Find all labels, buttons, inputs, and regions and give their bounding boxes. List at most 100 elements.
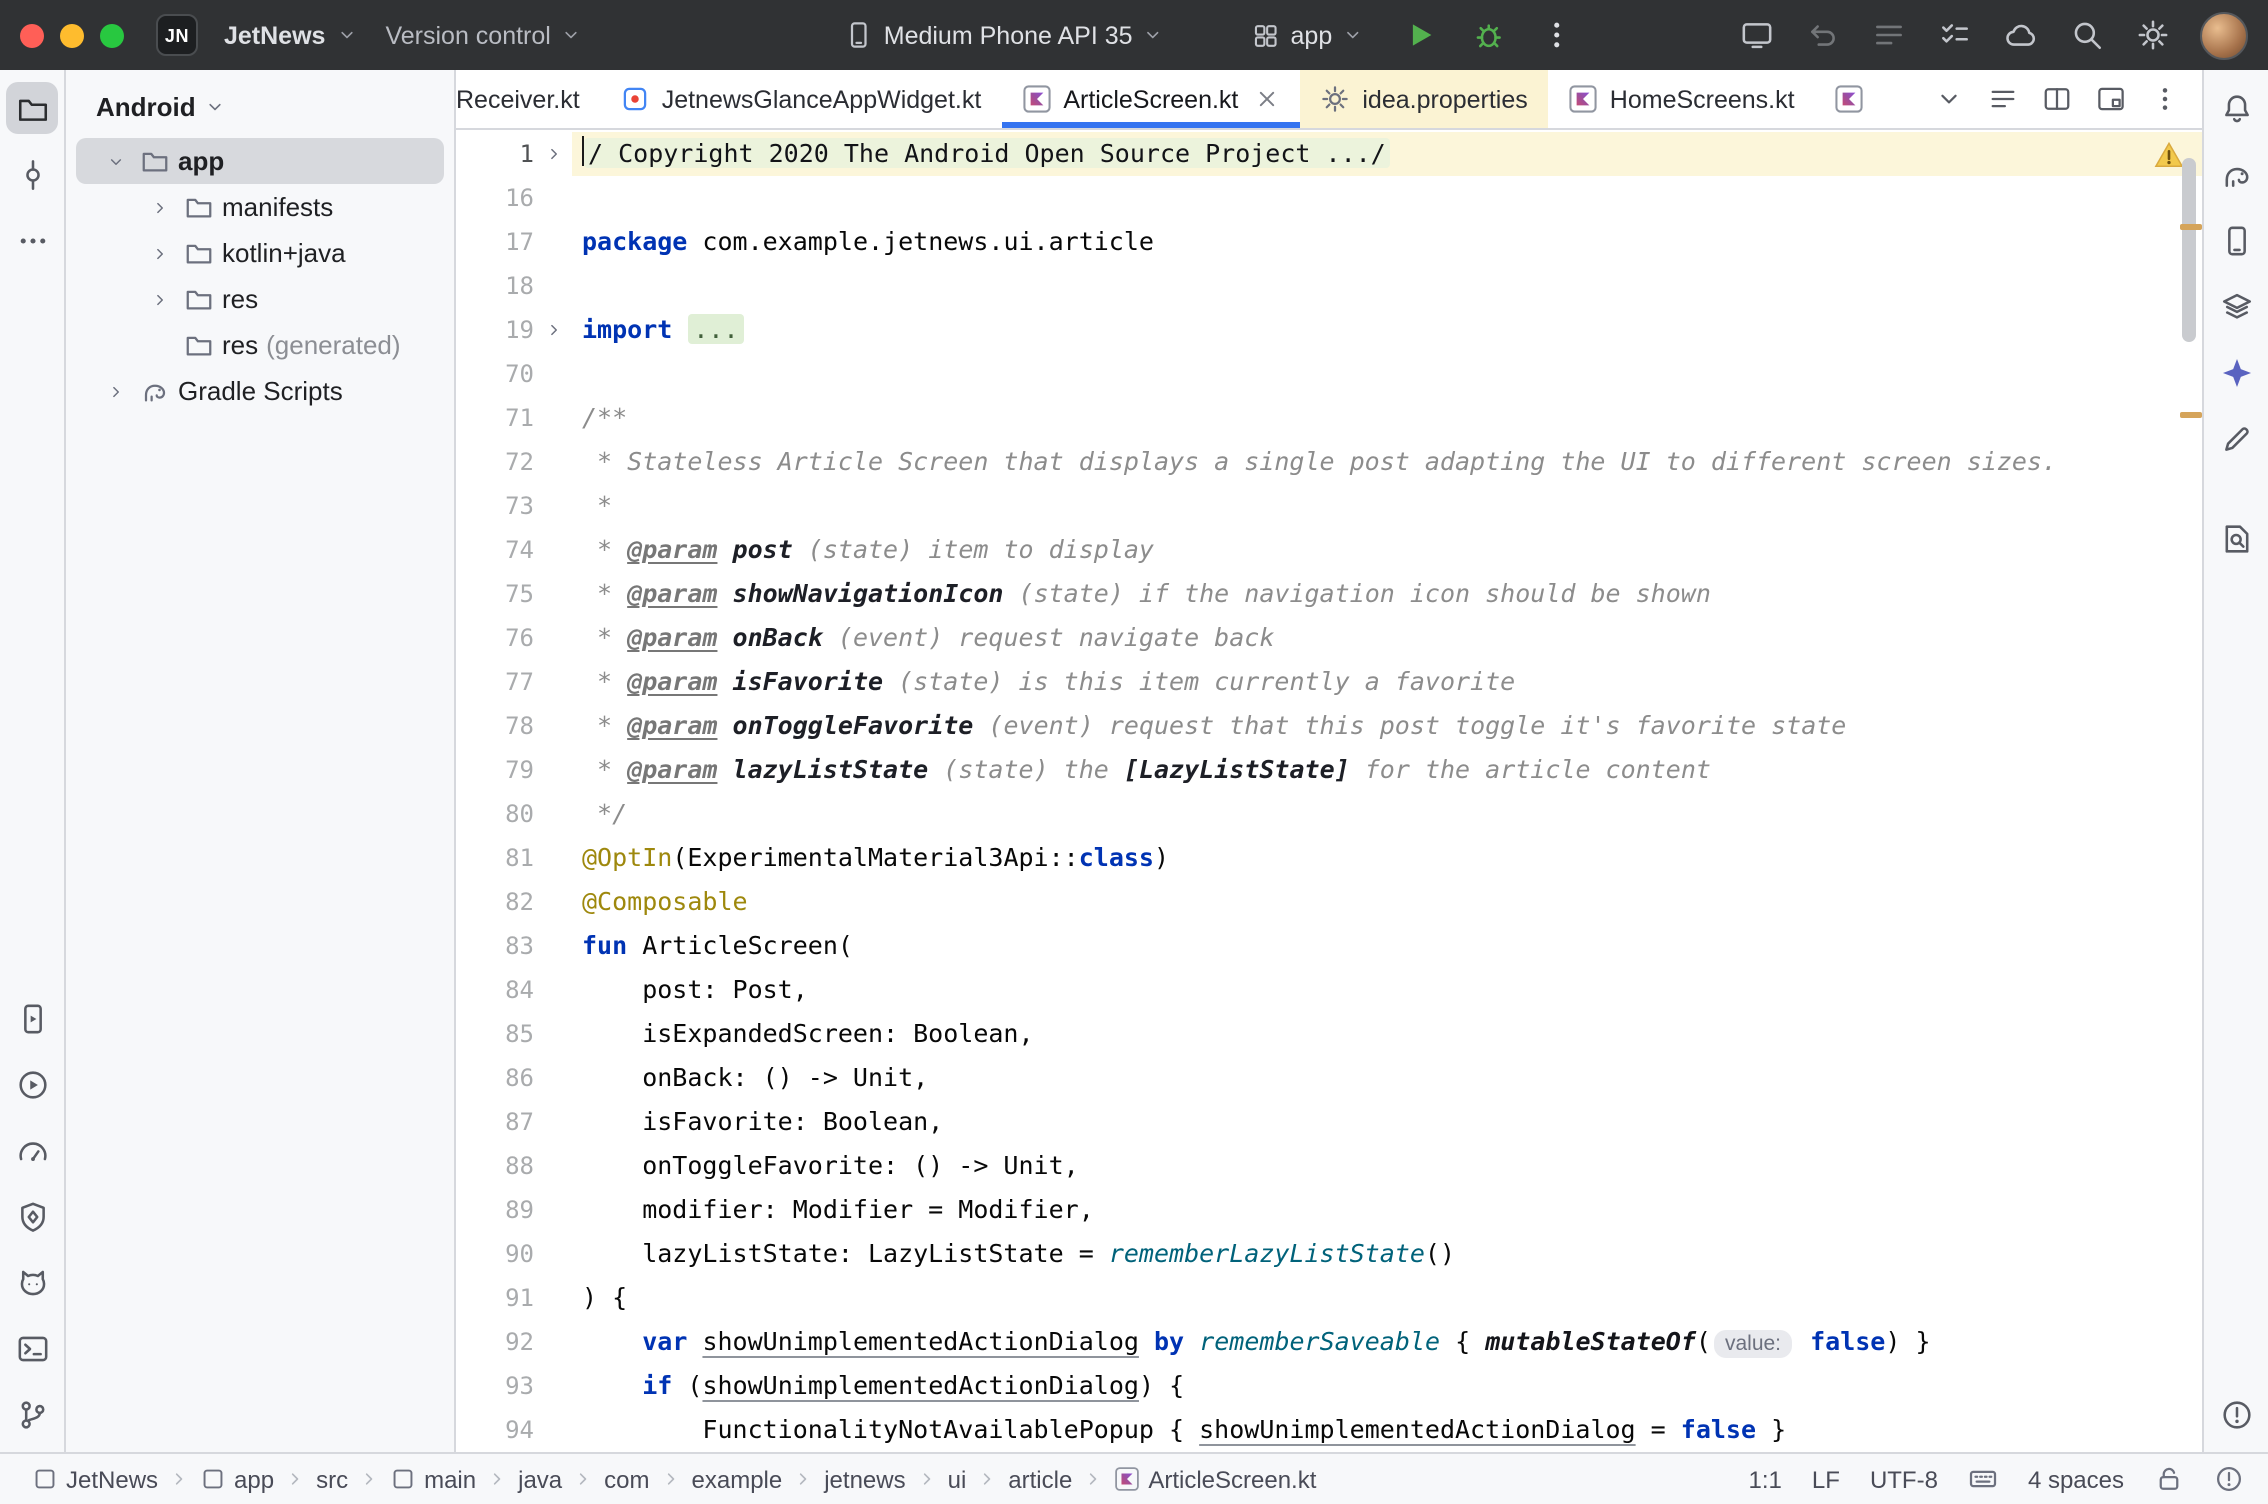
gutter[interactable]: 75: [456, 572, 572, 616]
back-navigation-button[interactable]: [1796, 9, 1848, 61]
code-line[interactable]: 19import ...: [456, 308, 2202, 352]
chevron-right-icon[interactable]: [144, 283, 176, 315]
tab-articlescreen-kt[interactable]: ArticleScreen.kt: [1001, 70, 1300, 128]
code-line[interactable]: 90 lazyListState: LazyListState = rememb…: [456, 1232, 2202, 1276]
toolwindow-gemini-button[interactable]: [2210, 346, 2262, 398]
vcs-menu[interactable]: Version control: [371, 13, 596, 57]
close-tab-icon[interactable]: [1254, 86, 1280, 112]
code-line[interactable]: 92 var showUnimplementedActionDialog by …: [456, 1320, 2202, 1364]
code-line[interactable]: 94 FunctionalityNotAvailablePopup { show…: [456, 1408, 2202, 1452]
editor-scrollbar[interactable]: [2182, 158, 2196, 342]
gutter[interactable]: 94: [456, 1408, 572, 1452]
gutter[interactable]: 82: [456, 880, 572, 924]
code-line[interactable]: 70: [456, 352, 2202, 396]
toolwindow-notifications-button[interactable]: [2210, 82, 2262, 134]
settings-button[interactable]: [2126, 9, 2178, 61]
gutter[interactable]: 1: [456, 132, 572, 176]
gutter[interactable]: 80: [456, 792, 572, 836]
line-ending[interactable]: LF: [1812, 1465, 1840, 1493]
gutter[interactable]: 17: [456, 220, 572, 264]
tree-item-gradle-scripts[interactable]: Gradle Scripts: [76, 368, 444, 414]
more-run-options-button[interactable]: [1530, 9, 1582, 61]
code-line[interactable]: 16: [456, 176, 2202, 220]
debug-button[interactable]: [1462, 9, 1514, 61]
run-config-selector[interactable]: app: [1239, 13, 1379, 57]
toolwindow-more-tool-windows-button[interactable]: [6, 214, 58, 266]
run-button[interactable]: [1394, 9, 1446, 61]
code-line[interactable]: 89 modifier: Modifier = Modifier,: [456, 1188, 2202, 1232]
toolwindow-compose-button[interactable]: [2210, 412, 2262, 464]
gutter[interactable]: 90: [456, 1232, 572, 1276]
gutter[interactable]: 81: [456, 836, 572, 880]
breadcrumb-example[interactable]: example: [688, 1463, 787, 1495]
gutter[interactable]: 84: [456, 968, 572, 1012]
chevron-right-icon[interactable]: [100, 375, 132, 407]
detach-editor-button[interactable]: [2086, 75, 2134, 123]
search-everywhere-button[interactable]: [2060, 9, 2112, 61]
minimize-window-button[interactable]: [60, 23, 84, 47]
editor-list-button[interactable]: [1978, 75, 2026, 123]
editor[interactable]: 1/ Copyright 2020 The Android Open Sourc…: [456, 130, 2202, 1452]
breadcrumb-com[interactable]: com: [600, 1463, 653, 1495]
gutter[interactable]: 78: [456, 704, 572, 748]
gutter[interactable]: 72: [456, 440, 572, 484]
breadcrumb-java[interactable]: java: [514, 1463, 566, 1495]
breadcrumb-jetnews[interactable]: JetNews: [28, 1463, 162, 1495]
caret-position[interactable]: 1:1: [1749, 1465, 1782, 1493]
toolwindow-running-devices-button[interactable]: [6, 992, 58, 1044]
fold-marker-icon[interactable]: [534, 308, 572, 352]
inspections-status-icon[interactable]: [2214, 1464, 2244, 1494]
code-line[interactable]: 87 isFavorite: Boolean,: [456, 1100, 2202, 1144]
breadcrumb-jetnews[interactable]: jetnews: [820, 1463, 909, 1495]
toolwindow-terminal-button[interactable]: [6, 1322, 58, 1374]
gutter[interactable]: 89: [456, 1188, 572, 1232]
gutter[interactable]: 74: [456, 528, 572, 572]
gutter[interactable]: 73: [456, 484, 572, 528]
fold-marker-icon[interactable]: [534, 132, 572, 176]
gutter[interactable]: 71: [456, 396, 572, 440]
code-line[interactable]: 79 * @param lazyListState (state) the [L…: [456, 748, 2202, 792]
code-line[interactable]: 91) {: [456, 1276, 2202, 1320]
code-line[interactable]: 80 */: [456, 792, 2202, 836]
toolwindow-profiler-button[interactable]: [6, 1124, 58, 1176]
tree-item-res[interactable]: res (generated): [76, 322, 444, 368]
toolwindow-project-button[interactable]: [6, 82, 58, 134]
soft-wrap-button[interactable]: [1862, 9, 1914, 61]
close-window-button[interactable]: [20, 23, 44, 47]
toolwindow-commit-button[interactable]: [6, 148, 58, 200]
code-with-me-button[interactable]: [1994, 9, 2046, 61]
inspections-warning-icon[interactable]: [2154, 140, 2184, 170]
breadcrumb-article[interactable]: article: [1004, 1463, 1076, 1495]
device-selector[interactable]: Medium Phone API 35: [830, 12, 1179, 58]
tree-item-app[interactable]: app: [76, 138, 444, 184]
chevron-right-icon[interactable]: [144, 191, 176, 223]
tab-clipped[interactable]: [1815, 70, 1885, 128]
code-line[interactable]: 85 isExpandedScreen: Boolean,: [456, 1012, 2202, 1056]
breadcrumb-articlescreen-kt[interactable]: ArticleScreen.kt: [1110, 1463, 1320, 1495]
lock-open-icon[interactable]: [2154, 1464, 2184, 1494]
tab-jetnewsglanceappwidget-kt[interactable]: JetnewsGlanceAppWidget.kt: [600, 70, 1002, 128]
breadcrumb-ui[interactable]: ui: [944, 1463, 971, 1495]
toolwindow-gradle-button[interactable]: [2210, 148, 2262, 200]
gutter[interactable]: 79: [456, 748, 572, 792]
code-line[interactable]: 18: [456, 264, 2202, 308]
code-line[interactable]: 72 * Stateless Article Screen that displ…: [456, 440, 2202, 484]
gutter[interactable]: 91: [456, 1276, 572, 1320]
tab-homescreens-kt[interactable]: HomeScreens.kt: [1548, 70, 1815, 128]
toolwindow-problems-button[interactable]: [2210, 1388, 2262, 1440]
hidden-tabs-list-button[interactable]: [1924, 75, 1972, 123]
code-line[interactable]: 88 onToggleFavorite: () -> Unit,: [456, 1144, 2202, 1188]
toolwindow-version-control-button[interactable]: [6, 1388, 58, 1440]
tree-item-manifests[interactable]: manifests: [76, 184, 444, 230]
tree-item-kotlin-java[interactable]: kotlin+java: [76, 230, 444, 276]
toolwindow-find-button[interactable]: [2210, 512, 2262, 564]
code-line[interactable]: 75 * @param showNavigationIcon (state) i…: [456, 572, 2202, 616]
toolwindow-resource-manager-button[interactable]: [2210, 280, 2262, 332]
more-editor-options-button[interactable]: [2140, 75, 2188, 123]
tab-idea-properties[interactable]: idea.properties: [1300, 70, 1547, 128]
gutter[interactable]: 83: [456, 924, 572, 968]
code-line[interactable]: 78 * @param onToggleFavorite (event) req…: [456, 704, 2202, 748]
device-mirroring-button[interactable]: [1730, 9, 1782, 61]
gutter[interactable]: 92: [456, 1320, 572, 1364]
gutter[interactable]: 87: [456, 1100, 572, 1144]
